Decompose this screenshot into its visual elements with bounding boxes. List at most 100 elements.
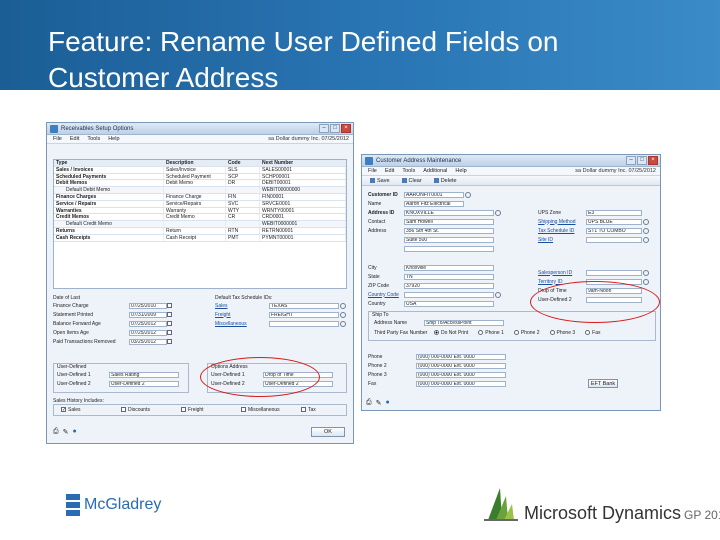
calendar-icon[interactable] [167, 303, 172, 308]
table-row[interactable]: Finance Charges Finance Charge FIN FIN00001 [54, 193, 346, 201]
field-input[interactable] [404, 291, 494, 298]
eft-bank-button[interactable]: EFT Bank [588, 379, 618, 388]
sales-history-item[interactable]: Freight [181, 406, 204, 413]
field-label[interactable]: Site ID [538, 237, 586, 243]
field-input[interactable] [586, 236, 642, 243]
menu-tools[interactable]: Tools [87, 136, 100, 142]
lookup-icon[interactable] [340, 320, 346, 327]
address-name-field[interactable]: Ship To/AccessPoint [424, 319, 504, 326]
radio-button[interactable] [434, 330, 439, 335]
sales-history-item[interactable]: Miscellaneous [241, 406, 280, 413]
lookup-icon[interactable] [495, 291, 501, 298]
lookup-icon[interactable] [340, 302, 346, 309]
table-row[interactable]: Cash Receipts Cash Receipt PMT PYMNT00001 [54, 234, 346, 242]
phone-field[interactable]: (000) 000-0000 Ext. 0000 [416, 362, 506, 369]
field-input[interactable]: E3 [586, 209, 642, 216]
tax-field[interactable] [269, 320, 339, 327]
phone-field[interactable]: (000) 000-0000 Ext. 0000 [416, 380, 506, 387]
field-input[interactable]: Aaron Fitz Electrical [404, 200, 464, 207]
menu-file[interactable]: File [53, 136, 62, 142]
table-row[interactable]: Default Credit Memo WEBIT0000001 [54, 221, 346, 228]
sales-history-item[interactable]: Tax [301, 406, 316, 413]
field-input[interactable]: ST1 TO COMBO [586, 227, 642, 234]
lookup-icon[interactable] [465, 191, 471, 198]
field-input[interactable]: Sam Howell [404, 218, 494, 225]
menu-file[interactable]: File [368, 168, 377, 174]
field-input[interactable]: 37920 [404, 282, 494, 289]
field-input[interactable]: KNOXVILLE [404, 209, 494, 216]
user-defined-field[interactable]: Sales Rating [109, 371, 179, 378]
table-row[interactable]: Default Debit Memo WEBIT00000000 [54, 187, 346, 194]
table-row[interactable]: Debit Memos Debit Memo DR DEBIT00001 [54, 180, 346, 188]
radio-button[interactable] [549, 330, 555, 335]
tax-field[interactable]: FREIGHT [269, 311, 339, 318]
fax-radio-option[interactable]: Phone 1 [478, 329, 504, 336]
radio-button[interactable] [478, 330, 484, 335]
field-label[interactable]: Salesperson ID [538, 270, 586, 276]
note-icon[interactable]: ✎ [63, 428, 69, 436]
clear-button[interactable]: Clear [398, 177, 426, 185]
field-input[interactable]: Knoxville [404, 264, 494, 271]
field-input[interactable]: UPS BLUE [586, 218, 642, 225]
user-defined-field[interactable]: User-Defined 2 [109, 380, 179, 387]
help-icon[interactable]: ● [385, 399, 389, 406]
field-input[interactable]: USA [404, 300, 494, 307]
radio-button[interactable] [513, 330, 519, 335]
close-icon[interactable]: × [341, 124, 351, 133]
menu-additional[interactable]: Additional [423, 168, 447, 174]
customer-address-titlebar[interactable]: Customer Address Maintenance – □ × [362, 155, 660, 167]
column-header[interactable]: Next Number [260, 160, 346, 166]
ok-button[interactable]: OK [311, 427, 345, 437]
tax-label[interactable]: Sales [215, 303, 269, 309]
checkbox[interactable] [61, 407, 66, 412]
minimize-icon[interactable]: – [319, 124, 329, 133]
column-header[interactable]: Description [164, 160, 226, 166]
table-row[interactable]: Sales / Invoices Sales/Invoice SLS SALES000… [54, 166, 346, 174]
print-icon[interactable]: ⎙ [53, 428, 59, 436]
radio-button[interactable] [585, 330, 591, 335]
date-field[interactable]: 03/25/2012 [129, 338, 167, 345]
maximize-icon[interactable]: □ [330, 124, 340, 133]
lookup-icon[interactable] [643, 218, 649, 225]
calendar-icon[interactable] [167, 312, 172, 317]
field-input[interactable] [586, 269, 642, 276]
field-label[interactable]: Shipping Method [538, 219, 586, 225]
phone-field[interactable]: (000) 000-0000 Ext. 0000 [416, 371, 506, 378]
table-row[interactable]: Warranties Warranty WTY WRNTY00001 [54, 207, 346, 215]
receivables-titlebar[interactable]: Receivables Setup Options – □ × [47, 123, 353, 135]
date-field[interactable]: 07/31/2009 [129, 311, 167, 318]
fax-radio-option[interactable]: Fax [585, 329, 601, 336]
help-icon[interactable]: ● [72, 428, 76, 435]
table-row[interactable]: Service / Repairs Service/Repairs SVC SRVCE… [54, 200, 346, 208]
table-row[interactable]: Credit Memos Credit Memo CR CRD0001 [54, 214, 346, 222]
date-field[interactable]: 07/25/2012 [129, 329, 167, 336]
minimize-icon[interactable]: – [626, 156, 636, 165]
lookup-icon[interactable] [495, 209, 501, 216]
delete-button[interactable]: Delete [430, 177, 461, 185]
field-input[interactable]: TN [404, 273, 494, 280]
note-icon[interactable]: ✎ [376, 399, 382, 407]
date-field[interactable]: 07/25/2010 [129, 302, 167, 309]
field-label[interactable]: Country Code [368, 292, 404, 298]
field-input[interactable]: Suite 500 [404, 236, 494, 243]
menu-edit[interactable]: Edit [70, 136, 79, 142]
menu-help[interactable]: Help [108, 136, 119, 142]
lookup-icon[interactable] [643, 236, 649, 243]
fax-radio-option[interactable]: Do Not Print [434, 329, 468, 336]
fax-radio-option[interactable]: Phone 2 [513, 329, 540, 336]
checkbox[interactable] [181, 407, 186, 412]
column-header[interactable]: Type [54, 160, 164, 166]
calendar-icon[interactable] [167, 330, 172, 335]
checkbox[interactable] [301, 407, 306, 412]
column-header[interactable]: Code [226, 160, 260, 166]
lookup-icon[interactable] [643, 227, 649, 234]
table-row[interactable]: Returns Return RTN RETRN00001 [54, 227, 346, 235]
table-row[interactable]: Scheduled Payments Scheduled Payment SCP SC… [54, 173, 346, 181]
field-input[interactable]: 356 Sth 4th St. [404, 227, 494, 234]
save-button[interactable]: Save [366, 177, 394, 185]
checkbox[interactable] [241, 407, 246, 412]
lookup-icon[interactable] [643, 278, 649, 285]
checkbox[interactable] [121, 407, 126, 412]
maximize-icon[interactable]: □ [637, 156, 647, 165]
tax-label[interactable]: Freight [215, 312, 269, 318]
